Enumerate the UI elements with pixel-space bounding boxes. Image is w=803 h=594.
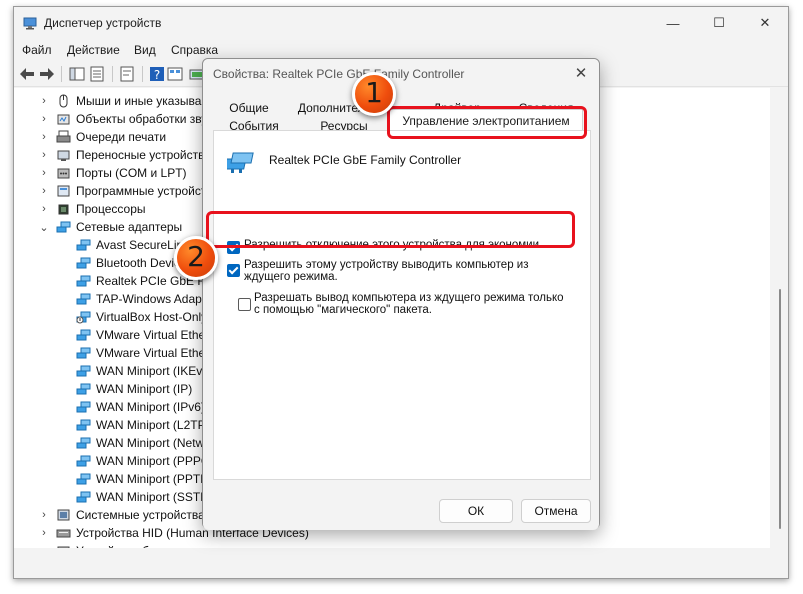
network-adapter-icon xyxy=(76,275,91,287)
magic-packet-checkbox[interactable] xyxy=(238,298,251,311)
menu-action[interactable]: Действие xyxy=(67,43,120,57)
tree-item-label: Процессоры xyxy=(76,202,146,216)
chevron-right-icon[interactable]: › xyxy=(39,509,49,521)
hid-device-icon xyxy=(56,529,71,538)
mouse-icon xyxy=(59,94,68,108)
software-device-icon xyxy=(57,185,70,197)
tree-item-label: WAN Miniport (SSTP) xyxy=(96,490,213,504)
maximize-button[interactable]: ☐ xyxy=(696,7,742,39)
tree-item-label: WAN Miniport (IP) xyxy=(96,382,193,396)
network-adapter-icon xyxy=(76,347,91,359)
toolbar-separator xyxy=(142,66,143,82)
network-adapter-icon xyxy=(76,293,91,305)
tree-item-label: Программные устройства xyxy=(76,184,220,198)
menu-file[interactable]: Файл xyxy=(22,43,52,57)
processor-icon xyxy=(58,204,69,215)
chevron-right-icon[interactable]: › xyxy=(39,131,49,143)
device-name: Realtek PCIe GbE Family Controller xyxy=(269,153,462,167)
allow-wake-checkbox[interactable] xyxy=(227,264,240,277)
menu-view[interactable]: Вид xyxy=(134,43,156,57)
network-adapter-icon xyxy=(76,329,91,341)
title-bar[interactable]: Диспетчер устройств — ☐ ✕ xyxy=(14,7,788,39)
dialog-title: Свойства: Realtek PCIe GbE Family Contro… xyxy=(213,67,465,81)
chevron-down-icon[interactable]: ⌄ xyxy=(39,221,49,234)
magic-packet-label: Разрешать вывод компьютера из ждущего ре… xyxy=(254,292,564,316)
tree-item-label: TAP-Windows Adapter xyxy=(96,292,216,306)
network-adapter-warning-icon xyxy=(76,311,91,324)
tree-item-label: WAN Miniport (IPv6) xyxy=(96,400,205,414)
properties-sheet-icon[interactable] xyxy=(88,65,106,83)
vertical-scrollbar[interactable] xyxy=(776,89,784,549)
chevron-right-icon[interactable]: › xyxy=(39,185,49,197)
tree-item-label: WAN Miniport (PPTP) xyxy=(96,472,213,486)
audio-processing-icon xyxy=(57,114,70,125)
view-resources-icon[interactable] xyxy=(166,65,184,83)
maximize-icon: ☐ xyxy=(713,15,725,30)
properties-icon[interactable] xyxy=(118,65,136,83)
chevron-right-icon[interactable]: › xyxy=(39,149,49,161)
power-management-panel: Realtek PCIe GbE Family Controller Разре… xyxy=(213,130,591,480)
menu-help[interactable]: Справка xyxy=(171,43,218,57)
minimize-icon: — xyxy=(666,15,680,31)
status-bar xyxy=(14,548,788,578)
tree-item-label: WAN Miniport (L2TP) xyxy=(96,418,210,432)
tree-item-label: Очереди печати xyxy=(76,130,167,144)
power-tab-highlight xyxy=(387,106,587,139)
window-title: Диспетчер устройств xyxy=(44,16,162,30)
toolbar-separator xyxy=(61,66,62,82)
tree-item-label: Переносные устройства xyxy=(76,148,212,162)
show-hide-tree-icon[interactable] xyxy=(68,65,86,83)
cancel-button[interactable]: Отмена xyxy=(521,499,591,523)
tree-item-label: Системные устройства xyxy=(76,508,205,522)
printer-icon xyxy=(56,130,71,143)
chevron-right-icon[interactable]: › xyxy=(39,95,49,107)
network-adapter-icon xyxy=(76,491,91,503)
network-adapter-icon xyxy=(76,437,91,449)
network-adapter-icon xyxy=(76,401,91,413)
dialog-body: Общие Дополнительно Драйвер Сведения Соб… xyxy=(203,89,599,530)
portable-device-icon xyxy=(57,150,70,161)
ok-button[interactable]: ОК xyxy=(439,499,513,523)
port-icon xyxy=(57,168,70,179)
screenshot: Диспетчер устройств — ☐ ✕ Файл Действие … xyxy=(0,0,803,594)
back-arrow-icon[interactable] xyxy=(18,65,36,83)
network-adapter-icon xyxy=(56,221,71,233)
device-manager-app-icon xyxy=(23,17,37,30)
svg-text:?: ? xyxy=(154,68,160,82)
network-adapter-icon xyxy=(76,365,91,377)
network-adapter-icon xyxy=(227,152,254,173)
chevron-right-icon[interactable]: › xyxy=(39,203,49,215)
tree-item-label: VirtualBox Host-Only xyxy=(96,310,208,324)
step-1-badge: 1 xyxy=(352,72,396,116)
tree-item-label: Объекты обработки звука xyxy=(76,112,220,126)
system-device-icon xyxy=(57,509,70,521)
network-adapter-icon xyxy=(76,419,91,431)
tree-item-label: Порты (COM и LPT) xyxy=(76,166,187,180)
minimize-button[interactable]: — xyxy=(650,7,696,39)
step-2-badge: 2 xyxy=(174,236,218,280)
close-icon: ✕ xyxy=(759,15,771,30)
network-adapter-icon xyxy=(76,257,91,269)
wake-option-highlight xyxy=(206,211,575,248)
chevron-right-icon[interactable]: › xyxy=(39,527,49,539)
network-adapter-icon xyxy=(76,473,91,485)
allow-wake-label: Разрешить этому устройству выводить комп… xyxy=(244,259,529,283)
network-adapter-icon xyxy=(76,455,91,467)
close-button[interactable]: ✕ xyxy=(742,7,788,39)
network-adapter-icon xyxy=(76,239,91,251)
chevron-right-icon[interactable]: › xyxy=(39,167,49,179)
dialog-title-bar[interactable]: Свойства: Realtek PCIe GbE Family Contro… xyxy=(203,59,599,89)
forward-arrow-icon[interactable] xyxy=(38,65,56,83)
chevron-right-icon[interactable]: › xyxy=(39,113,49,125)
toolbar-separator xyxy=(112,66,113,82)
dialog-close-icon[interactable]: ✕ xyxy=(571,64,591,84)
scrollbar-thumb[interactable] xyxy=(779,289,781,529)
tree-item-label: Сетевые адаптеры xyxy=(76,220,183,234)
network-adapter-icon xyxy=(76,383,91,395)
tree-item-label: WAN Miniport (IKEv2) xyxy=(96,364,213,378)
tab-general[interactable]: Общие xyxy=(219,99,279,117)
help-icon[interactable]: ? xyxy=(148,65,166,83)
